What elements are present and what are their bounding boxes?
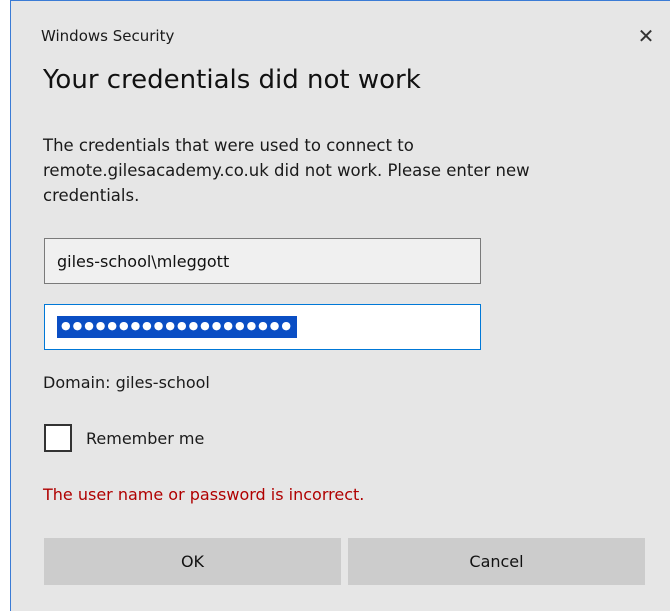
message-line-3: credentials. <box>43 186 140 205</box>
close-icon: ✕ <box>637 24 655 48</box>
ok-button[interactable]: OK <box>44 538 341 585</box>
error-message: The user name or password is incorrect. <box>43 485 365 504</box>
window-title: Windows Security <box>41 27 175 45</box>
password-field[interactable]: ●●●●●●●●●●●●●●●●●●●● <box>44 304 481 350</box>
remember-me-checkbox[interactable] <box>44 424 72 452</box>
cancel-button[interactable]: Cancel <box>348 538 645 585</box>
username-field[interactable]: giles-school\mleggott <box>44 238 481 284</box>
password-value: ●●●●●●●●●●●●●●●●●●●● <box>57 316 297 338</box>
dialog-heading: Your credentials did not work <box>43 65 421 95</box>
credentials-dialog: Windows Security ✕ Your credentials did … <box>10 0 670 611</box>
username-value: giles-school\mleggott <box>57 251 230 271</box>
remember-me-option[interactable]: Remember me <box>44 424 204 452</box>
remember-me-label: Remember me <box>86 428 205 448</box>
message-line-2: remote.gilesacademy.co.uk did not work. … <box>43 161 530 180</box>
message-line-1: The credentials that were used to connec… <box>43 136 414 155</box>
dialog-message: The credentials that were used to connec… <box>43 133 603 208</box>
close-button[interactable]: ✕ <box>631 21 661 51</box>
domain-label: Domain: giles-school <box>43 373 210 392</box>
